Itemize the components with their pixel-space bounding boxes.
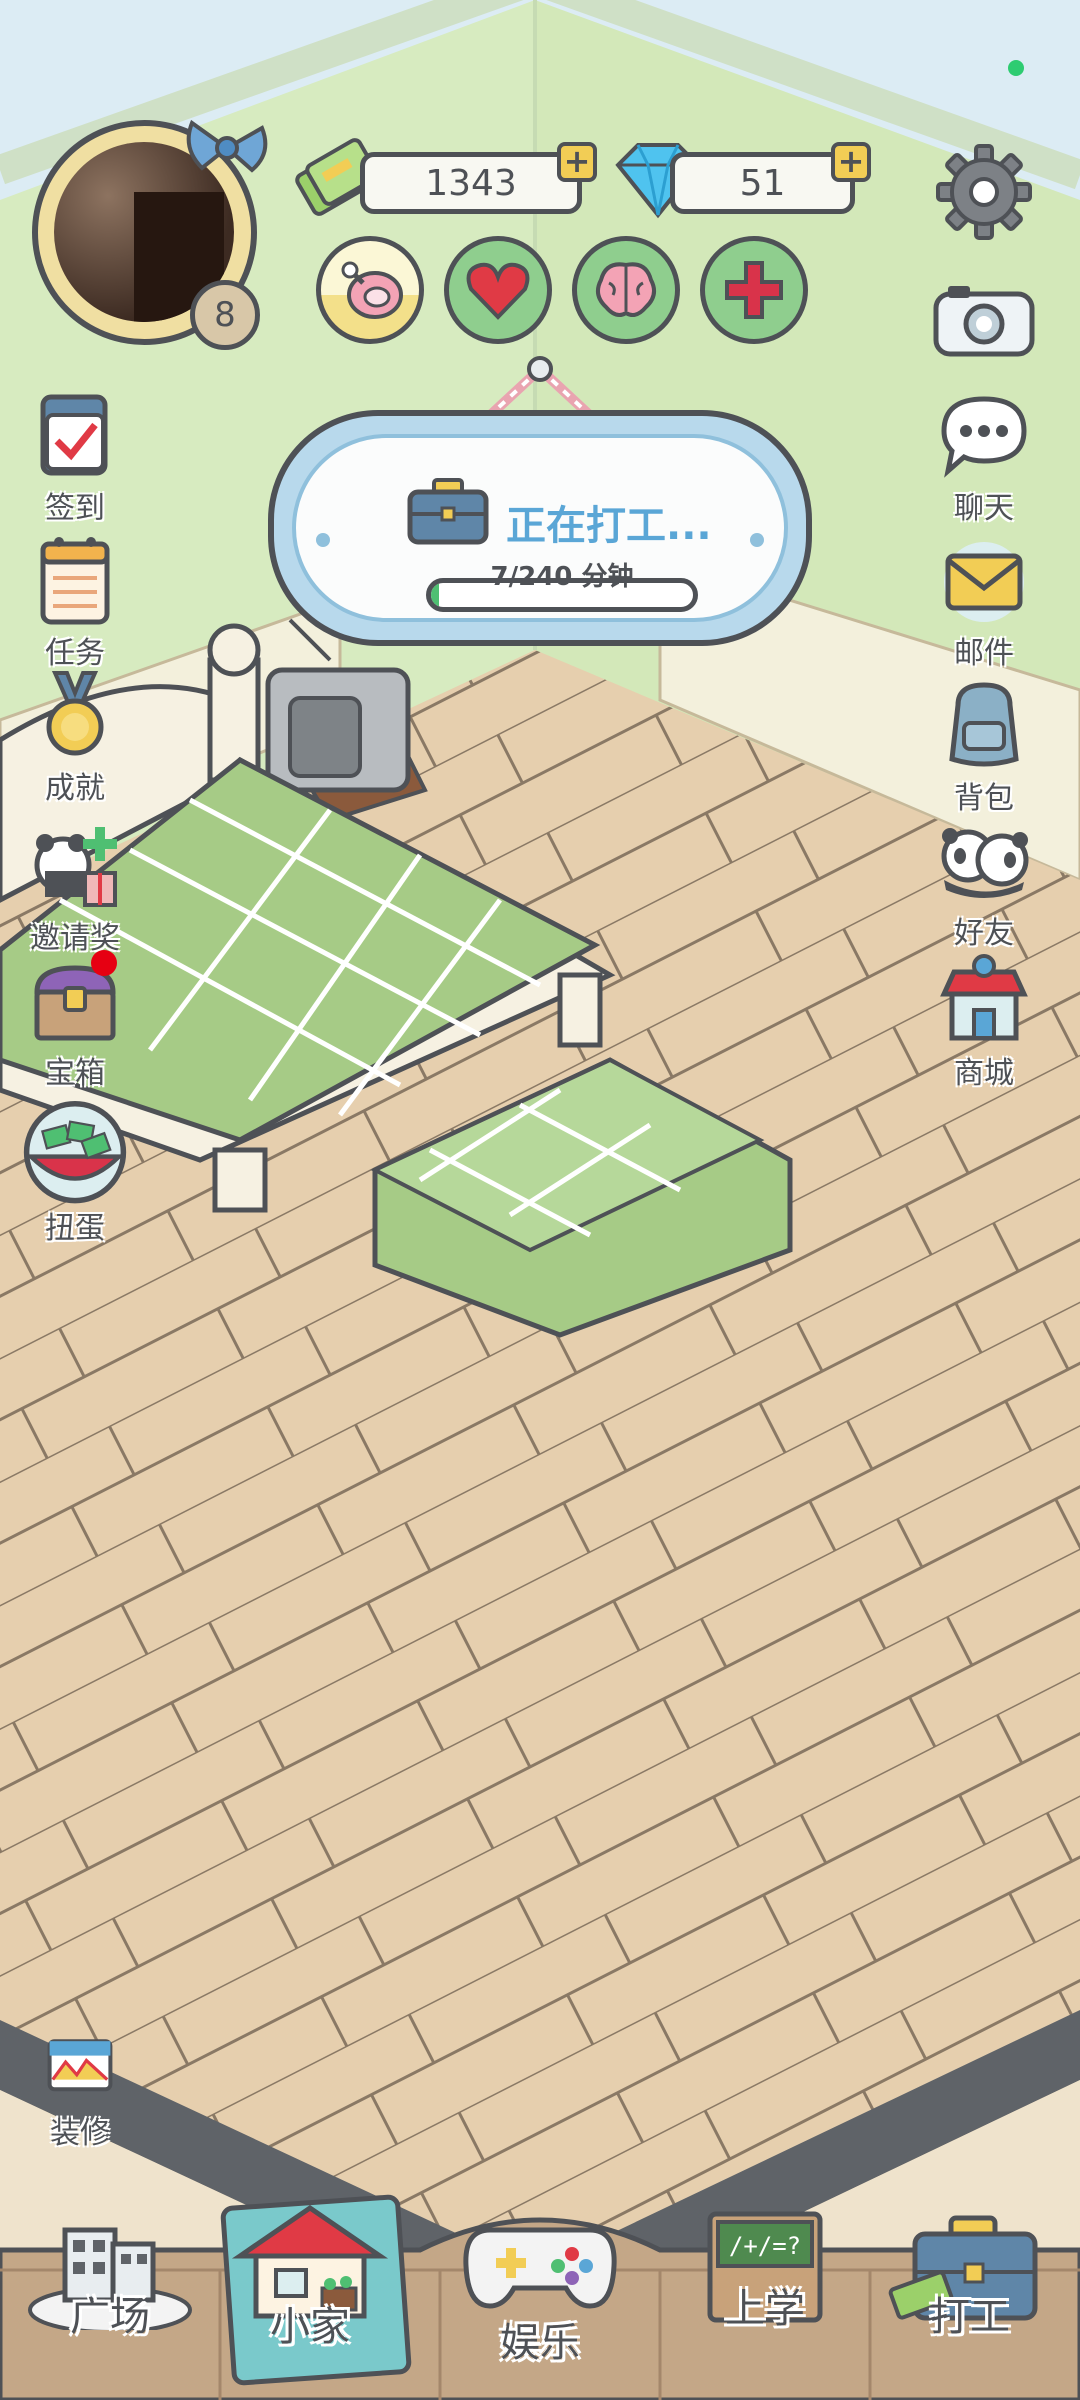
checkin-button[interactable]: 签到 <box>15 385 135 527</box>
treasure-notification-dot <box>91 950 117 976</box>
nav-school-label: 上学 <box>725 2286 805 2332</box>
gamepad-icon <box>463 2227 617 2309</box>
decorate-label: 装修 <box>50 2116 110 2151</box>
gacha-label: 扭蛋 <box>45 1211 105 1246</box>
ham-icon <box>341 261 403 319</box>
medical-stat[interactable] <box>700 236 808 344</box>
bottom-navigation: 广场 小家 娱乐 /+/=? 上学 打工 <box>0 2190 1080 2400</box>
nav-home-label: 小家 <box>270 2304 350 2350</box>
envelope-icon <box>944 542 1024 622</box>
achievements-label: 成就 <box>45 771 105 806</box>
diamond-counter: 51 <box>670 152 855 214</box>
nav-school[interactable]: /+/=? 上学 <box>675 2206 855 2334</box>
add-coins-button[interactable]: + <box>557 142 597 182</box>
friends-button[interactable]: 好友 <box>924 810 1044 952</box>
shop-icon <box>940 954 1028 1041</box>
backpack-icon <box>949 682 1019 767</box>
achievements-button[interactable]: 成就 <box>15 665 135 807</box>
calendar-check-icon <box>40 394 108 476</box>
gacha-button[interactable]: 扭蛋 <box>15 1095 135 1247</box>
mail-button[interactable]: 邮件 <box>924 530 1044 672</box>
nav-plaza[interactable]: 广场 <box>20 2210 200 2342</box>
shop-label: 商城 <box>954 1056 1014 1091</box>
level-badge: 8 <box>190 280 260 350</box>
food-stat[interactable] <box>316 236 424 344</box>
bow-icon <box>186 119 268 173</box>
camera-icon[interactable] <box>932 280 1036 360</box>
chat-button[interactable]: 聊天 <box>924 385 1044 527</box>
clipboard-icon <box>40 537 110 625</box>
health-stat[interactable] <box>444 236 552 344</box>
panda-gift-icon <box>34 827 117 907</box>
mind-stat[interactable] <box>572 236 680 344</box>
working-status-panel[interactable]: 正在打工... 7/240 分钟 <box>268 410 812 646</box>
nav-entertainment[interactable]: 娱乐 <box>450 2210 630 2368</box>
status-dot <box>1008 60 1024 76</box>
gacha-bowl-icon <box>23 1101 127 1204</box>
treasure-chest-label: 宝箱 <box>45 1056 105 1091</box>
invite-reward-button[interactable]: 邀请奖 <box>15 815 135 957</box>
medal-icon <box>46 671 104 756</box>
nav-home[interactable]: 小家 <box>219 2193 413 2387</box>
panda-friends-icon <box>941 828 1029 898</box>
avatar[interactable]: 8 <box>32 119 268 350</box>
working-title: 正在打工... <box>506 503 712 549</box>
checkin-label: 签到 <box>45 491 105 526</box>
decorate-button[interactable]: 装修 <box>20 2030 140 2152</box>
chat-bubble-icon <box>941 396 1027 478</box>
nav-entertainment-label: 娱乐 <box>500 2320 580 2366</box>
briefcase-icon <box>407 478 489 545</box>
work-progress-text: 7/240 分钟 <box>490 562 634 592</box>
friends-label: 好友 <box>954 916 1014 951</box>
svg-text:/+/=?: /+/=? <box>729 2232 801 2260</box>
chat-label: 聊天 <box>954 491 1014 526</box>
coin-counter: 1343 <box>360 152 582 214</box>
bag-button[interactable]: 背包 <box>924 675 1044 817</box>
palette-board-icon <box>47 2039 113 2092</box>
settings-gear-icon[interactable] <box>934 142 1034 242</box>
tasks-button[interactable]: 任务 <box>15 530 135 672</box>
nav-work[interactable]: 打工 <box>880 2210 1060 2342</box>
brain-icon <box>595 262 657 317</box>
shop-button[interactable]: 商城 <box>924 950 1044 1092</box>
cross-icon <box>725 261 783 319</box>
add-diamonds-button[interactable]: + <box>831 142 871 182</box>
heart-icon <box>466 262 530 320</box>
mail-label: 邮件 <box>954 636 1014 671</box>
treasure-chest-button[interactable]: 宝箱 <box>15 950 135 1092</box>
